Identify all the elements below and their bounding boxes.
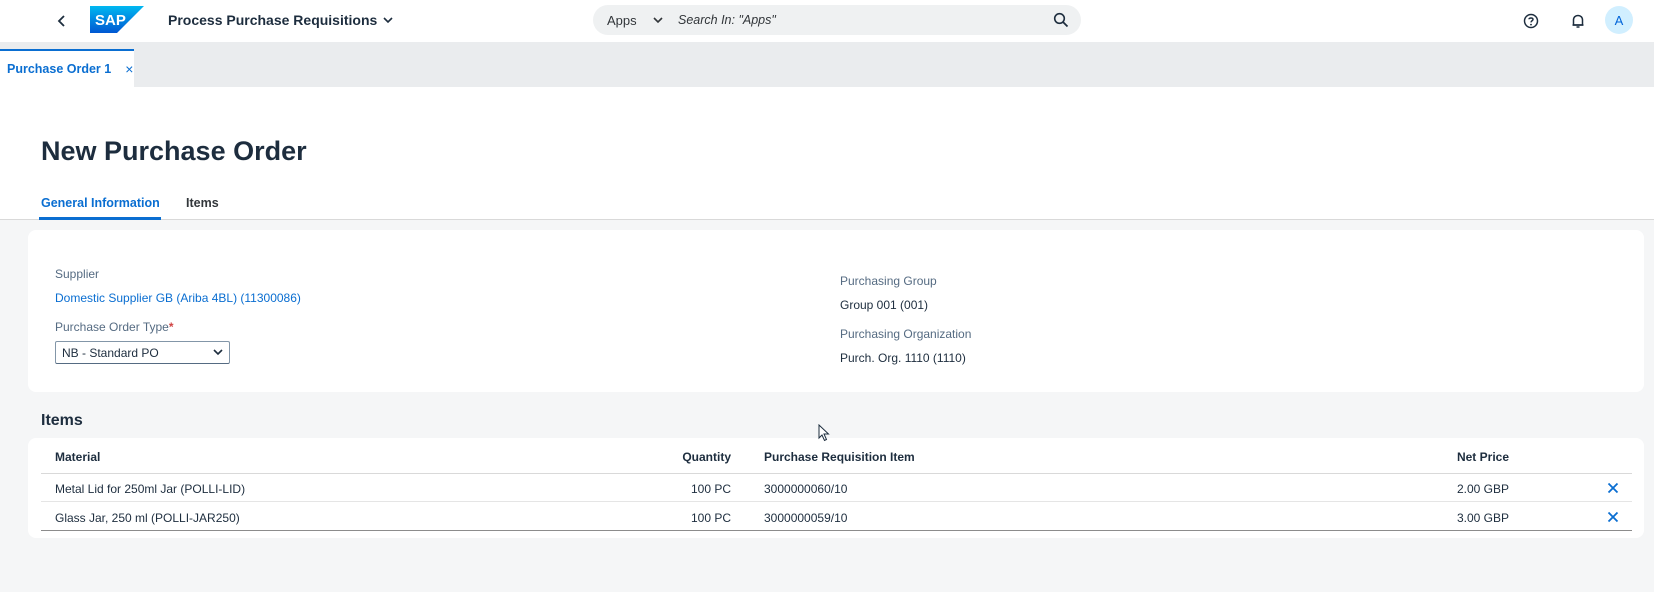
document-tab-strip: Purchase Order 1 × (0, 42, 1654, 87)
shell-bar: SAP Process Purchase Requisitions Apps A (0, 0, 1654, 42)
page-title: New Purchase Order (41, 136, 307, 166)
sap-logo[interactable]: SAP (90, 6, 144, 33)
supplier-link[interactable]: Domestic Supplier GB (Ariba 4BL) (113000… (55, 291, 301, 305)
tab-items[interactable]: Items (186, 196, 219, 210)
required-indicator: * (168, 320, 174, 334)
notification-bell-icon (1572, 14, 1584, 28)
quantity-cell: 100 PC (690, 511, 731, 525)
purchasing-org-value: Purch. Org. 1110 (1110) (840, 351, 966, 365)
app-title-menu[interactable]: Process Purchase Requisitions (168, 12, 393, 28)
object-page-header: New Purchase Order General Information I… (0, 87, 1654, 220)
column-header-quantity[interactable]: Quantity (661, 450, 731, 464)
purchasing-group-value: Group 001 (001) (840, 298, 929, 312)
material-cell: Metal Lid for 250ml Jar (POLLI-LID) (55, 482, 246, 496)
help-button[interactable] (1521, 11, 1541, 31)
chevron-down-icon (383, 16, 393, 23)
purchasing-group-label: Purchasing Group (840, 274, 937, 288)
table-row[interactable]: Metal Lid for 250ml Jar (POLLI-LID) 100 … (41, 474, 1632, 502)
po-type-label: Purchase Order Type* (55, 320, 174, 334)
active-tab-indicator (39, 217, 161, 220)
supplier-label: Supplier (55, 267, 100, 281)
column-header-pr-item[interactable]: Purchase Requisition Item (764, 450, 915, 464)
close-icon[interactable]: × (125, 61, 133, 77)
items-section: Material Quantity Purchase Requisition I… (28, 438, 1644, 538)
general-information-section: Supplier Domestic Supplier GB (Ariba 4BL… (28, 230, 1644, 392)
back-arrow-icon (57, 15, 65, 27)
search-input[interactable] (678, 11, 1028, 29)
column-header-net-price[interactable]: Net Price (1431, 450, 1509, 464)
app-title: Process Purchase Requisitions (168, 12, 378, 28)
notifications-button[interactable] (1568, 11, 1588, 31)
search-scope-select[interactable]: Apps (607, 5, 663, 35)
delete-x-icon[interactable] (1606, 481, 1620, 495)
pr-item-cell: 3000000060/10 (764, 482, 848, 496)
pr-item-cell: 3000000059/10 (764, 511, 848, 525)
column-header-material[interactable]: Material (55, 450, 100, 464)
table-row[interactable]: Glass Jar, 250 ml (POLLI-JAR250) 100 PC … (41, 503, 1632, 531)
search-icon[interactable] (1053, 12, 1069, 28)
po-type-select[interactable]: NB - Standard PO (55, 341, 230, 364)
user-avatar[interactable]: A (1605, 6, 1633, 34)
tab-general-information[interactable]: General Information (41, 196, 160, 210)
help-icon (1523, 13, 1539, 29)
quantity-cell: 100 PC (690, 482, 731, 496)
search-scope-label: Apps (607, 12, 637, 28)
search-box: Apps (593, 5, 1081, 35)
purchasing-org-label: Purchasing Organization (840, 327, 972, 341)
mouse-cursor-icon (818, 424, 830, 442)
items-section-title: Items (41, 412, 83, 429)
chevron-down-icon (213, 349, 223, 356)
tab-purchase-order-1[interactable]: Purchase Order 1 × (0, 49, 134, 87)
back-button[interactable] (50, 10, 74, 32)
delete-x-icon[interactable] (1606, 510, 1620, 524)
po-type-value: NB - Standard PO (62, 345, 159, 360)
tab-label: Purchase Order 1 (7, 62, 112, 76)
material-cell: Glass Jar, 250 ml (POLLI-JAR250) (55, 511, 240, 525)
po-type-label-text: Purchase Order Type (55, 320, 169, 334)
svg-text:SAP: SAP (95, 12, 126, 29)
chevron-down-icon (653, 16, 663, 23)
table-header: Material Quantity Purchase Requisition I… (41, 438, 1632, 474)
net-price-cell: 2.00 GBP (1456, 482, 1509, 496)
net-price-cell: 3.00 GBP (1456, 511, 1509, 525)
